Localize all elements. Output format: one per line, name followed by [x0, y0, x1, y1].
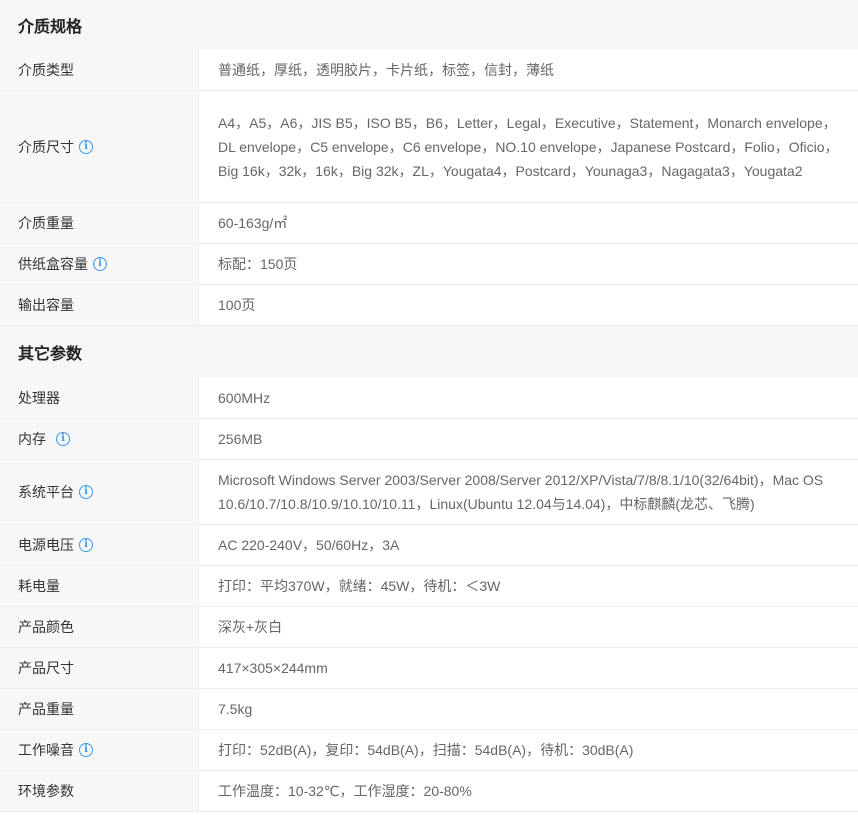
spec-row-noise: 工作噪音 i 打印：52dB(A)，复印：54dB(A)，扫描：54dB(A)，… [0, 730, 858, 771]
spec-row-color: 产品颜色 深灰+灰白 [0, 607, 858, 648]
spec-value: 普通纸，厚纸，透明胶片，卡片纸，标签，信封，薄纸 [218, 61, 554, 78]
spec-row-power-voltage: 电源电压 i AC 220-240V，50/60Hz，3A [0, 525, 858, 566]
spec-row-tray-capacity: 供纸盒容量 i 标配：150页 [0, 244, 858, 285]
spec-row-media-size: 介质尺寸 i A4，A5，A6，JIS B5，ISO B5，B6，Letter，… [0, 91, 858, 203]
spec-label: 环境参数 [0, 771, 199, 811]
spec-label: 介质重量 [0, 203, 199, 243]
spec-value: 417×305×244mm [218, 660, 328, 676]
spec-label: 介质尺寸 i [0, 91, 199, 202]
spec-value: 工作温度：10-32℃，工作湿度：20-80% [218, 783, 472, 799]
spec-row-weight: 产品重量 7.5kg [0, 689, 858, 730]
spec-table: 介质规格 介质类型 普通纸，厚纸，透明胶片，卡片纸，标签，信封，薄纸 介质尺寸 … [0, 0, 858, 812]
section-header-other: 其它参数 [0, 326, 858, 377]
section-title: 介质规格 [18, 18, 83, 36]
spec-row-media-type: 介质类型 普通纸，厚纸，透明胶片，卡片纸，标签，信封，薄纸 [0, 49, 858, 91]
spec-label: 系统平台 i [0, 460, 199, 524]
spec-label: 产品重量 [0, 689, 199, 729]
info-circle-icon[interactable]: i [56, 432, 70, 446]
spec-value: 打印：52dB(A)，复印：54dB(A)，扫描：54dB(A)，待机：30dB… [218, 742, 634, 758]
spec-label: 产品尺寸 [0, 648, 199, 688]
section-header-media: 介质规格 [0, 0, 858, 49]
spec-row-memory: 内存 i 256MB [0, 419, 858, 460]
info-circle-icon[interactable]: i [79, 139, 93, 154]
section-title: 其它参数 [18, 345, 83, 363]
spec-row-dimensions: 产品尺寸 417×305×244mm [0, 648, 858, 689]
spec-label-text: 电源电压 [18, 537, 74, 553]
spec-value: 100页 [218, 297, 256, 313]
spec-value: 深灰+灰白 [218, 619, 283, 635]
spec-label-text: 介质类型 [18, 61, 74, 78]
spec-label-text: 介质尺寸 [18, 138, 74, 155]
spec-label: 输出容量 [0, 285, 199, 325]
spec-label-text: 工作噪音 [18, 742, 74, 758]
spec-label: 工作噪音 i [0, 730, 199, 770]
spec-label: 产品颜色 [0, 607, 199, 647]
spec-label-text: 产品颜色 [18, 619, 74, 635]
info-circle-icon[interactable]: i [79, 743, 93, 757]
spec-value: 标配：150页 [218, 256, 298, 272]
spec-row-environment: 环境参数 工作温度：10-32℃，工作湿度：20-80% [0, 771, 858, 812]
spec-label-text: 供纸盒容量 [18, 256, 88, 272]
spec-label-text: 内存 [18, 431, 46, 447]
spec-row-processor: 处理器 600MHz [0, 377, 858, 419]
spec-label: 电源电压 i [0, 525, 199, 565]
info-circle-icon[interactable]: i [79, 538, 93, 552]
spec-value: 60-163g/㎡ [218, 215, 288, 231]
spec-value: Microsoft Windows Server 2003/Server 200… [218, 472, 824, 512]
spec-label: 耗电量 [0, 566, 199, 606]
spec-label-text: 系统平台 [18, 484, 74, 500]
spec-label-text: 产品重量 [18, 701, 74, 717]
spec-value: 7.5kg [218, 701, 253, 717]
spec-row-os-platform: 系统平台 i Microsoft Windows Server 2003/Ser… [0, 460, 858, 525]
info-circle-icon[interactable]: i [79, 485, 93, 499]
spec-row-power-consumption: 耗电量 打印：平均370W，就绪：45W，待机：＜3W [0, 566, 858, 607]
spec-label-text: 输出容量 [18, 297, 74, 313]
spec-label-text: 介质重量 [18, 215, 74, 231]
info-circle-icon[interactable]: i [93, 257, 107, 271]
spec-value: 256MB [218, 431, 263, 447]
spec-row-media-weight: 介质重量 60-163g/㎡ [0, 203, 858, 244]
spec-label: 供纸盒容量 i [0, 244, 199, 284]
spec-label: 内存 i [0, 419, 199, 459]
spec-value: 打印：平均370W，就绪：45W，待机：＜3W [218, 578, 501, 594]
spec-value: 600MHz [218, 389, 271, 406]
spec-label-text: 处理器 [18, 389, 60, 406]
spec-label-text: 产品尺寸 [18, 660, 74, 676]
spec-label: 介质类型 [0, 49, 199, 90]
spec-value: A4，A5，A6，JIS B5，ISO B5，B6，Letter，Legal，E… [218, 114, 839, 179]
spec-label-text: 耗电量 [18, 578, 60, 594]
spec-label: 处理器 [0, 377, 199, 418]
spec-value: AC 220-240V，50/60Hz，3A [218, 537, 400, 553]
spec-row-output-capacity: 输出容量 100页 [0, 285, 858, 326]
spec-label-text: 环境参数 [18, 783, 74, 799]
